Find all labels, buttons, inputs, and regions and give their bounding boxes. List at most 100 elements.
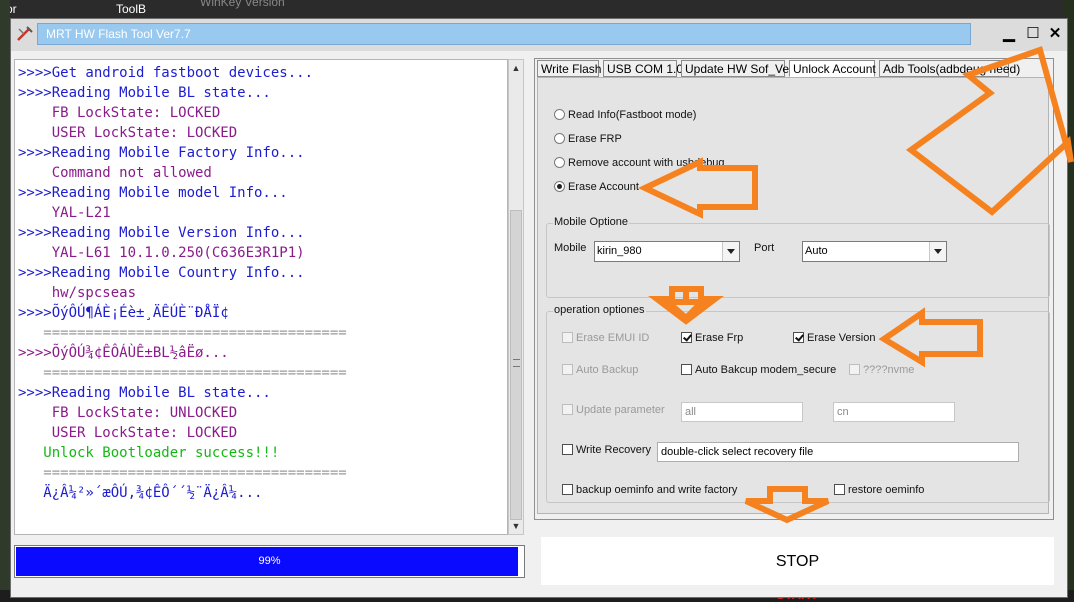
- checkbox-label: restore oeminfo: [848, 484, 925, 496]
- log-line: >>>>Reading Mobile BL state...: [18, 385, 271, 401]
- progress-bar: 99%: [14, 545, 525, 578]
- checkbox-label: ????nvme: [863, 364, 915, 376]
- checkbox-auto-backup-modem[interactable]: Auto Bakcup modem_secure: [681, 362, 836, 378]
- checkbox-write-recovery[interactable]: Write Recovery: [562, 442, 651, 458]
- log-line: >>>>Reading Mobile Version Info...: [18, 225, 305, 241]
- checkbox-label: Auto Backup: [576, 364, 639, 376]
- minimize-button[interactable]: ▁: [999, 24, 1019, 44]
- log-line: ====================================: [18, 365, 347, 381]
- checkbox-box[interactable]: [562, 403, 573, 415]
- checkbox-box[interactable]: [849, 363, 860, 375]
- log-line: USER LockState: LOCKED: [18, 125, 238, 141]
- checkbox-box[interactable]: [562, 443, 573, 455]
- radio-erase-account[interactable]: Erase Account: [554, 179, 639, 195]
- tab-adb-tools-adbdeug-need[interactable]: Adb Tools(adbdeug need): [879, 60, 1020, 77]
- scroll-up-arrow-icon[interactable]: ▲: [509, 60, 523, 76]
- checkbox-box[interactable]: [793, 331, 804, 343]
- radio-label: Erase FRP: [568, 133, 622, 145]
- radio-erase-frp[interactable]: Erase FRP: [554, 131, 622, 147]
- mobile-label: Mobile: [554, 242, 587, 254]
- tab-update-hw-sof-ver[interactable]: Update HW Sof_Ver: [681, 60, 793, 77]
- tab-write-flash[interactable]: Write Flash: [537, 60, 601, 77]
- log-line: >>>>Reading Mobile BL state...: [18, 85, 271, 101]
- port-select-value: Auto: [805, 245, 828, 257]
- unlock-account-page: Read Info(Fastboot mode) Erase FRP Remov…: [537, 77, 1050, 514]
- parameter-field-1[interactable]: all: [681, 402, 803, 422]
- chevron-down-icon[interactable]: [722, 242, 739, 261]
- checkbox-label: Erase Frp: [695, 332, 744, 344]
- radio-label: Remove account with usbdebug: [568, 157, 725, 169]
- chevron-down-icon[interactable]: [929, 242, 946, 261]
- operation-options-title: operation optiones: [553, 304, 646, 316]
- log-line: >>>>Get android fastboot devices...: [18, 65, 314, 81]
- checkbox-box[interactable]: [834, 483, 845, 495]
- checkbox-label: Update parameter: [576, 404, 665, 416]
- maximize-button[interactable]: ☐: [1023, 24, 1043, 44]
- desktop-label: WinKey Version: [200, 0, 285, 9]
- checkbox-update-parameter[interactable]: Update parameter: [562, 402, 665, 418]
- log-scrollbar[interactable]: ▲ ▼: [508, 59, 524, 535]
- checkbox-box[interactable]: [562, 331, 573, 343]
- log-line: hw/spcseas: [18, 285, 137, 301]
- window-title-field: MRT HW Flash Tool Ver7.7: [37, 23, 971, 45]
- desktop-left-strip: [0, 0, 10, 602]
- radio-circle[interactable]: [554, 180, 565, 192]
- mobile-select-value: kirin_980: [597, 245, 642, 257]
- scrollbar-thumb[interactable]: [510, 210, 522, 520]
- checkbox-box[interactable]: [562, 363, 573, 375]
- log-line: Command not allowed: [18, 165, 212, 181]
- parameter-field-2[interactable]: cn: [833, 402, 955, 422]
- tab-usb-com-1-0[interactable]: USB COM 1.0: [603, 60, 683, 77]
- radio-remove-account[interactable]: Remove account with usbdebug: [554, 155, 725, 171]
- checkbox-label: Write Recovery: [576, 444, 651, 456]
- log-line: YAL-L21: [18, 205, 111, 221]
- checkbox-auto-backup[interactable]: Auto Backup: [562, 362, 638, 378]
- log-line: >>>>Reading Mobile Factory Info...: [18, 145, 305, 161]
- radio-circle[interactable]: [554, 156, 565, 168]
- log-line: >>>>ÕýÔÚ¶ÁÈ¡Éè±¸ÄÊÚÈ¨ÐÅÏ¢: [18, 305, 229, 321]
- recovery-file-field[interactable]: double-click select recovery file: [657, 442, 1019, 462]
- scrollbar-grip-icon: [513, 359, 520, 367]
- mobile-select[interactable]: kirin_980: [594, 241, 740, 262]
- tab-unlock-account[interactable]: Unlock Account: [789, 60, 876, 77]
- port-select[interactable]: Auto: [802, 241, 947, 262]
- radio-read-info[interactable]: Read Info(Fastboot mode): [554, 107, 696, 123]
- log-line: ====================================: [18, 325, 347, 341]
- checkbox-box[interactable]: [681, 331, 692, 343]
- radio-circle[interactable]: [554, 108, 565, 120]
- checkbox-label: Erase EMUI ID: [576, 332, 650, 344]
- log-line: YAL-L61 10.1.0.250(C636E3R1P1): [18, 245, 305, 261]
- stop-button[interactable]: STOP: [541, 537, 1054, 585]
- log-line: USER LockState: LOCKED: [18, 425, 238, 441]
- checkbox-erase-emui-id[interactable]: Erase EMUI ID: [562, 330, 649, 346]
- radio-label: Read Info(Fastboot mode): [568, 109, 697, 121]
- radio-label: Erase Account: [568, 181, 639, 193]
- checkbox-box[interactable]: [562, 483, 573, 495]
- checkbox-erase-version[interactable]: Erase Version: [793, 330, 875, 346]
- checkbox-nvme[interactable]: ????nvme: [849, 362, 914, 378]
- checkbox-label: Auto Bakcup modem_secure: [695, 364, 837, 376]
- window-title: MRT HW Flash Tool Ver7.7: [46, 27, 191, 41]
- desktop-top-strip: itor ToolB WinKey Version: [0, 0, 1074, 18]
- checkbox-label: backup oeminfo and write factory: [576, 484, 738, 496]
- log-line: FB LockState: UNLOCKED: [18, 405, 238, 421]
- checkbox-backup-oeminfo[interactable]: backup oeminfo and write factory: [562, 482, 737, 498]
- mobile-options-title: Mobile Optione: [553, 216, 629, 228]
- checkbox-restore-oeminfo[interactable]: restore oeminfo: [834, 482, 924, 498]
- log-line: ====================================: [18, 465, 347, 481]
- close-button[interactable]: ✕: [1045, 24, 1065, 44]
- log-line: Ä¿Â¼²»´æÔÚ,¾¢ÊÔ´´½¨Ä¿Â¼...: [18, 485, 263, 501]
- checkbox-label: Erase Version: [807, 332, 876, 344]
- desktop-label: ToolB: [116, 2, 147, 16]
- app-icon: [17, 26, 33, 41]
- radio-circle[interactable]: [554, 132, 565, 144]
- checkbox-erase-frp[interactable]: Erase Frp: [681, 330, 743, 346]
- log-output[interactable]: >>>>Get android fastboot devices... >>>>R…: [14, 59, 508, 535]
- progress-label: 99%: [258, 555, 281, 567]
- log-line: FB LockState: LOCKED: [18, 105, 221, 121]
- log-line: >>>>Reading Mobile Country Info...: [18, 265, 305, 281]
- port-label: Port: [754, 242, 775, 254]
- scroll-down-arrow-icon[interactable]: ▼: [509, 518, 523, 534]
- title-bar[interactable]: MRT HW Flash Tool Ver7.7 ▁ ☐ ✕: [11, 19, 1067, 51]
- checkbox-box[interactable]: [681, 363, 692, 375]
